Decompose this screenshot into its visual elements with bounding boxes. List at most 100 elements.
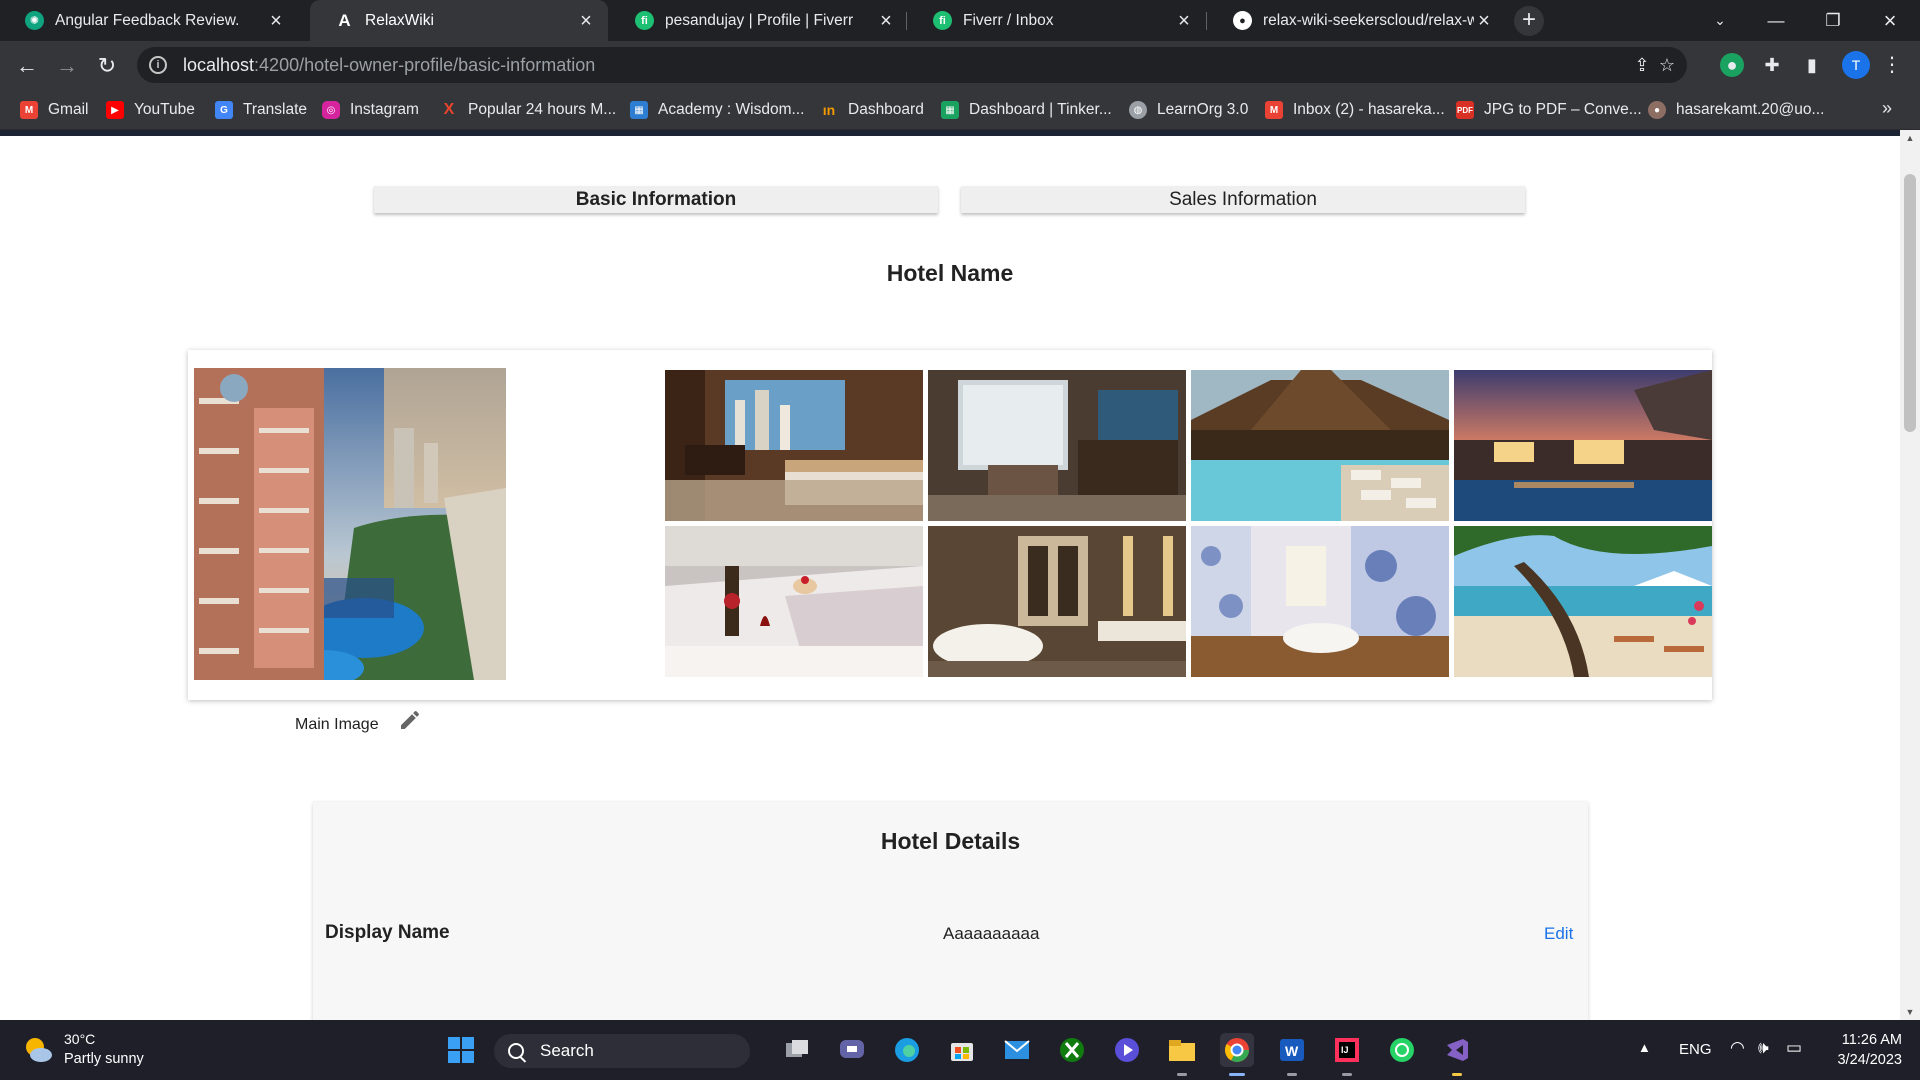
gallery-image-bathroom-with-tub[interactable] xyxy=(928,526,1186,677)
minimize-button[interactable]: — xyxy=(1748,0,1804,41)
close-icon[interactable]: × xyxy=(266,11,286,31)
browser-tab-github[interactable]: ● relax-wiki-seekerscloud/relax-wik × xyxy=(1208,0,1506,41)
mail-icon[interactable] xyxy=(1000,1033,1034,1067)
angular-icon: A xyxy=(338,10,351,30)
restore-button[interactable]: ❐ xyxy=(1805,0,1861,41)
extension-grammar-icon[interactable]: ● xyxy=(1720,53,1744,77)
gallery-image-hotel-room-city-view[interactable] xyxy=(665,370,923,521)
image-gallery xyxy=(188,350,1712,700)
weather-temperature: 30°C xyxy=(64,1031,96,1047)
site-info-icon[interactable]: i xyxy=(149,56,167,74)
scroll-down-arrow-icon[interactable]: ▼ xyxy=(1900,1004,1920,1020)
visual-studio-icon[interactable] xyxy=(1440,1033,1474,1076)
bookmark-inbox[interactable]: M Inbox (2) - hasareka... xyxy=(1265,99,1445,121)
taskbar-search-box[interactable]: Search xyxy=(494,1034,750,1068)
task-view-icon[interactable] xyxy=(780,1033,814,1067)
browser-tab-strip: ✺ Angular Feedback Review. × A RelaxWiki… xyxy=(0,0,1920,41)
bookmark-youtube[interactable]: ▶ YouTube xyxy=(106,99,195,121)
browser-tab-relaxwiki[interactable]: A RelaxWiki × xyxy=(310,0,608,41)
file-explorer-icon[interactable] xyxy=(1165,1033,1199,1076)
chrome-icon[interactable] xyxy=(1220,1033,1254,1076)
display-name-edit-link[interactable]: Edit xyxy=(1544,924,1573,944)
weather-condition: Partly sunny xyxy=(64,1051,144,1067)
xbox-icon[interactable] xyxy=(1055,1033,1089,1067)
side-panel-icon[interactable]: ▮ xyxy=(1800,53,1824,77)
bookmark-star-icon[interactable]: ☆ xyxy=(1657,55,1677,75)
battery-icon[interactable]: ▭ xyxy=(1786,1038,1802,1058)
profile-avatar[interactable]: T xyxy=(1842,51,1870,79)
close-window-button[interactable]: × xyxy=(1862,0,1918,41)
clock-date[interactable]: 3/24/2023 xyxy=(1826,1052,1902,1068)
url-path: :4200/hotel-owner-profile/basic-informat… xyxy=(254,54,596,75)
gallery-image-tiled-bathroom-tub[interactable] xyxy=(1191,526,1449,677)
share-icon[interactable]: ⇪ xyxy=(1632,55,1652,75)
bookmark-academy[interactable]: ▦ Academy : Wisdom... xyxy=(630,99,804,121)
word-icon[interactable]: W xyxy=(1275,1033,1309,1076)
extensions-puzzle-icon[interactable]: ✚ xyxy=(1760,53,1784,77)
clock-time[interactable]: 11:26 AM xyxy=(1838,1032,1902,1048)
tinkercad-icon: ▦ xyxy=(941,101,959,119)
gallery-image-bed-with-champagne[interactable] xyxy=(665,526,923,677)
translate-icon: G xyxy=(215,101,233,119)
bookmarks-overflow-icon[interactable]: » xyxy=(1882,98,1892,119)
edge-browser-icon[interactable] xyxy=(890,1033,924,1067)
edit-pencil-icon[interactable] xyxy=(398,708,422,732)
media-player-icon[interactable] xyxy=(1110,1033,1144,1067)
browser-tab-fiverr-profile[interactable]: fi pesandujay | Profile | Fiverr × xyxy=(610,0,908,41)
academy-icon: ▦ xyxy=(630,101,648,119)
github-icon: ● xyxy=(1233,11,1252,30)
language-indicator[interactable]: ENG xyxy=(1679,1041,1712,1058)
forward-button[interactable]: → xyxy=(50,49,84,83)
person-icon: ● xyxy=(1648,101,1666,119)
bookmark-learnorg[interactable]: ◍ LearnOrg 3.0 xyxy=(1129,99,1248,121)
back-button[interactable]: ← xyxy=(10,49,44,83)
windows-start-icon[interactable] xyxy=(444,1033,478,1067)
hotel-details-card: Hotel Details Display Name Aaaaaaaaaa Ed… xyxy=(313,802,1588,1020)
whatsapp-icon[interactable] xyxy=(1385,1033,1419,1067)
bookmark-hasarekamt[interactable]: ● hasarekamt.20@uo... xyxy=(1648,99,1824,121)
gallery-image-beach-with-umbrellas[interactable] xyxy=(1454,526,1712,677)
gallery-image-resort-pool-deck[interactable] xyxy=(1191,370,1449,521)
close-icon[interactable]: × xyxy=(1174,11,1194,31)
tab-separator xyxy=(906,12,907,30)
x-icon: X xyxy=(443,101,455,118)
gmail-icon: M xyxy=(1265,101,1283,119)
gallery-image-sunset-cabana-pool[interactable] xyxy=(1454,370,1712,521)
bookmark-popular-24h[interactable]: X Popular 24 hours M... xyxy=(440,99,617,121)
bookmark-dashboard[interactable]: ın Dashboard xyxy=(820,99,924,121)
bookmark-gmail[interactable]: M Gmail xyxy=(20,99,88,121)
gallery-image-hotel-room-lounge[interactable] xyxy=(928,370,1186,521)
main-image-label: Main Image xyxy=(295,716,379,733)
tab-sales-information[interactable]: Sales Information xyxy=(961,186,1525,213)
chrome-menu-icon[interactable]: ⋮ xyxy=(1882,50,1902,80)
close-icon[interactable]: × xyxy=(876,11,896,31)
page-scrollbar[interactable]: ▲ ▼ xyxy=(1900,130,1920,1020)
bookmark-translate[interactable]: G Translate xyxy=(215,99,307,121)
close-icon[interactable]: × xyxy=(576,11,596,31)
bookmark-dashboard-tinker[interactable]: ▦ Dashboard | Tinker... xyxy=(941,99,1112,121)
browser-tab-angular-feedback[interactable]: ✺ Angular Feedback Review. × xyxy=(0,0,298,41)
scrollbar-thumb[interactable] xyxy=(1904,174,1916,432)
intellij-icon[interactable]: IJ xyxy=(1330,1033,1364,1076)
close-icon[interactable]: × xyxy=(1474,11,1494,31)
url-host: localhost xyxy=(183,54,255,75)
reload-button[interactable]: ↻ xyxy=(90,49,124,83)
main-image[interactable] xyxy=(194,368,506,680)
instagram-icon: ◎ xyxy=(322,101,340,119)
teams-chat-icon[interactable] xyxy=(835,1033,869,1067)
show-hidden-icons-chevron-icon[interactable]: ▲ xyxy=(1638,1040,1651,1055)
pdf-icon: PDF xyxy=(1456,101,1474,119)
browser-tab-fiverr-inbox[interactable]: fi Fiverr / Inbox × xyxy=(908,0,1206,41)
search-icon xyxy=(508,1043,524,1059)
partly-sunny-icon[interactable] xyxy=(22,1034,54,1066)
wifi-icon[interactable]: ◠ xyxy=(1730,1038,1745,1058)
microsoft-store-icon[interactable] xyxy=(945,1033,979,1067)
tab-search-chevron-icon[interactable]: ⌄ xyxy=(1692,0,1748,41)
bookmark-instagram[interactable]: ◎ Instagram xyxy=(322,99,419,121)
new-tab-button[interactable]: + xyxy=(1514,6,1544,36)
tab-basic-information[interactable]: Basic Information xyxy=(374,186,938,213)
scroll-up-arrow-icon[interactable]: ▲ xyxy=(1900,130,1920,146)
volume-icon[interactable]: 🕪 xyxy=(1758,1038,1769,1058)
bookmark-jpg-to-pdf[interactable]: PDF JPG to PDF – Conve... xyxy=(1456,99,1642,121)
address-bar[interactable]: i localhost:4200/hotel-owner-profile/bas… xyxy=(137,47,1687,83)
